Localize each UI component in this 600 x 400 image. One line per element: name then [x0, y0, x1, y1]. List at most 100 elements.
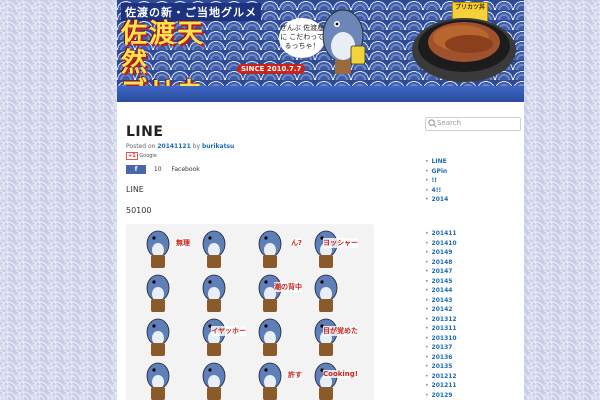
facebook-text[interactable]: Facebook	[171, 166, 199, 173]
bullet-icon: •	[425, 363, 429, 370]
archive-link[interactable]: • 20129	[425, 391, 457, 400]
search-input[interactable]: Search	[437, 119, 461, 127]
archive-link-label[interactable]: 201312	[432, 316, 457, 323]
archive-link-label[interactable]: 20142	[432, 306, 453, 313]
sticker-item	[196, 272, 240, 318]
sidebar-link-label[interactable]: GPin	[432, 168, 448, 175]
sticker-item: 無理	[140, 228, 190, 274]
archive-link[interactable]: • 201411	[425, 229, 457, 239]
google-plus-button[interactable]: +1 Google	[126, 152, 157, 160]
fish-sticker-icon	[146, 230, 170, 268]
sticker-item	[196, 360, 240, 400]
page-container: 佐渡の新・ご当地グルメ 佐渡天然 ブリカツ丼 SINCE 2010.7.7 ぜん…	[117, 0, 524, 400]
bullet-icon: •	[425, 391, 429, 399]
archive-link[interactable]: • 20137	[425, 343, 457, 353]
archive-link-label[interactable]: 20137	[432, 344, 453, 351]
burikatsu-bowl-image	[412, 18, 516, 82]
archive-link-label[interactable]: 201410	[432, 240, 457, 247]
archive-link-label[interactable]: 201212	[432, 373, 457, 380]
sticker-caption: Cooking!	[323, 370, 358, 378]
archive-link-label[interactable]: 20144	[432, 287, 453, 294]
bullet-icon: •	[425, 325, 429, 332]
archive-link-label[interactable]: 20147	[432, 268, 453, 275]
sticker-item	[196, 228, 240, 274]
sidebar-link-label[interactable]: LINE	[432, 158, 447, 165]
recent-posts-list: • LINE • GPin •!! • 4!! • 2014	[425, 157, 448, 205]
archive-link-label[interactable]: 201311	[432, 325, 457, 332]
sticker-caption: イヤッホー	[211, 326, 246, 336]
sidebar-link[interactable]: • 4!!	[425, 186, 448, 196]
fish-sticker-icon	[202, 274, 226, 312]
archive-link-label[interactable]: 20136	[432, 354, 453, 361]
sticker-item	[140, 316, 184, 362]
archive-link[interactable]: • 201410	[425, 239, 457, 249]
sticker-item: 潮の背中	[252, 272, 302, 318]
bullet-icon: •	[425, 296, 429, 304]
sticker-caption: ん?	[290, 238, 302, 248]
archive-link[interactable]: • 201212	[425, 372, 457, 382]
bullet-icon: •	[425, 372, 429, 380]
site-logo[interactable]: 佐渡天然 ブリカツ丼	[121, 19, 231, 87]
archive-link[interactable]: • 20143	[425, 296, 457, 306]
archive-link[interactable]: • 20147	[425, 267, 457, 277]
nav-bar	[117, 86, 524, 102]
bullet-icon: •	[425, 315, 429, 323]
sidebar-link-label[interactable]: 2014	[432, 196, 449, 203]
archive-link-label[interactable]: 201310	[432, 335, 457, 342]
archive-link[interactable]: • 20144	[425, 286, 457, 296]
post-title[interactable]: LINE	[126, 124, 163, 140]
fish-sticker-icon	[258, 318, 282, 356]
sidebar-link[interactable]: • 2014	[425, 195, 448, 205]
archive-link[interactable]: • 20148	[425, 258, 457, 268]
fish-sticker-icon	[314, 318, 338, 356]
sticker-item	[252, 316, 296, 362]
archive-link-label[interactable]: 20145	[432, 278, 453, 285]
sticker-item	[140, 360, 184, 400]
search-field[interactable]: Search	[425, 117, 521, 131]
sticker-item: イヤッホー	[196, 316, 246, 362]
archive-link[interactable]: • 201310	[425, 334, 457, 344]
post-paragraph-1: LINE	[126, 185, 144, 194]
post-date-link[interactable]: 20141121	[157, 143, 190, 150]
site-header-banner[interactable]: 佐渡の新・ご当地グルメ 佐渡天然 ブリカツ丼 SINCE 2010.7.7 ぜん…	[117, 0, 524, 86]
sidebar-link[interactable]: •!!	[425, 176, 448, 186]
archive-link-label[interactable]: 20129	[432, 392, 453, 399]
sidebar-link[interactable]: • LINE	[425, 157, 448, 167]
archive-link[interactable]: • 20145	[425, 277, 457, 287]
fish-sticker-icon	[258, 274, 282, 312]
archive-link-label[interactable]: 201411	[432, 230, 457, 237]
archive-link[interactable]: • 20135	[425, 362, 457, 372]
bullet-icon: •	[425, 306, 429, 313]
archive-link[interactable]: • 20136	[425, 353, 457, 363]
sticker-caption: ヨッシャー	[323, 238, 358, 248]
fish-sticker-icon	[202, 318, 226, 356]
post-meta: Posted on 20141121 by burikatsu	[126, 143, 234, 150]
google-plus-text: Google	[139, 153, 157, 159]
archive-link-label[interactable]: 20148	[432, 259, 453, 266]
sidebar-link-label[interactable]: 4!!	[432, 187, 442, 194]
archive-link-label[interactable]: 201211	[432, 382, 457, 389]
archive-link[interactable]: • 20149	[425, 248, 457, 258]
archive-link[interactable]: • 201311	[425, 324, 457, 334]
since-badge: SINCE 2010.7.7	[237, 64, 306, 74]
bullet-icon: •	[425, 268, 429, 275]
fish-sticker-icon	[314, 230, 338, 268]
archive-link[interactable]: • 20142	[425, 305, 457, 315]
archives-list: • 201411 • 201410 • 20149 • 20148 • 20147 • 20145 • 2…	[425, 229, 457, 400]
archive-link[interactable]: • 201312	[425, 315, 457, 325]
archive-link-label[interactable]: 20149	[432, 249, 453, 256]
sticker-item: ん?	[252, 228, 302, 274]
bullet-icon: •	[425, 186, 429, 194]
archive-link-label[interactable]: 20143	[432, 297, 453, 304]
bullet-icon: •	[425, 344, 429, 351]
logo-line-1: 佐渡天然	[121, 19, 206, 78]
author-link[interactable]: burikatsu	[202, 143, 234, 150]
sidebar-link-label[interactable]: !!	[432, 177, 437, 184]
mascot-fish-image	[322, 9, 366, 74]
archive-link[interactable]: • 201211	[425, 381, 457, 391]
fish-sticker-icon	[146, 362, 170, 400]
archive-link-label[interactable]: 20135	[432, 363, 453, 370]
facebook-like-button[interactable]: f	[126, 165, 146, 174]
sidebar-link[interactable]: • GPin	[425, 167, 448, 177]
line-sticker-image[interactable]: 無理 ん? ヨッシャー 潮の背中 イヤッホー 目が覚めた 許す Cooking!	[126, 224, 374, 400]
